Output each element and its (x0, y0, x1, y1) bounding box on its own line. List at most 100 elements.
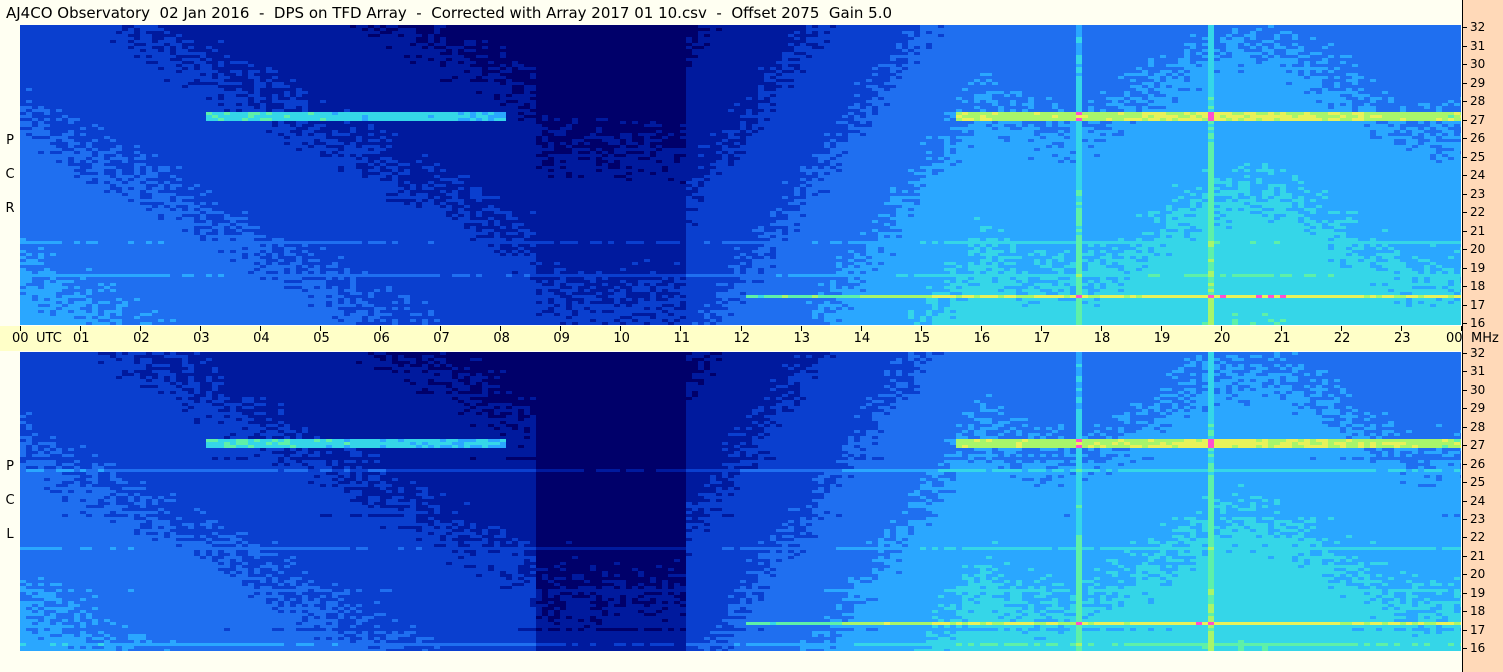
heatmap-cell (20, 115, 27, 119)
heatmap-cell (56, 106, 63, 110)
heatmap-cell (62, 136, 69, 140)
heatmap-cell (44, 190, 51, 194)
heatmap-cell (26, 139, 33, 143)
heatmap-cell (86, 31, 93, 35)
heatmap-cell (56, 265, 63, 269)
heatmap-cell (92, 214, 99, 218)
heatmap-cell (92, 292, 99, 296)
heatmap-cell (44, 295, 51, 299)
rcp-spectrogram (20, 25, 1461, 325)
heatmap-cell (50, 295, 57, 299)
heatmap-cell (32, 142, 39, 146)
heatmap-cell (62, 82, 69, 86)
heatmap-cell (26, 88, 33, 92)
heatmap-cell (104, 31, 111, 35)
heatmap-cell (92, 223, 99, 227)
heatmap-cell (98, 64, 105, 68)
heatmap-cell (86, 223, 93, 227)
heatmap-cell (20, 301, 27, 305)
heatmap-cell (68, 184, 75, 188)
heatmap-cell (74, 79, 81, 83)
heatmap-cell (80, 109, 87, 113)
heatmap-cell (86, 262, 93, 266)
heatmap-cell (20, 34, 27, 38)
heatmap-cell (32, 196, 39, 200)
heatmap-cell (44, 235, 51, 239)
heatmap-cell (44, 289, 51, 293)
heatmap-cell (62, 52, 69, 56)
heatmap-cell (86, 298, 93, 302)
heatmap-cell (26, 319, 33, 323)
heatmap-cell (80, 121, 87, 125)
heatmap-cell (80, 25, 87, 29)
heatmap-cell (56, 79, 63, 83)
heatmap-cell (86, 151, 93, 155)
heatmap-cell (74, 235, 81, 239)
heatmap-cell (62, 64, 69, 68)
heatmap-cell (68, 58, 75, 62)
heatmap-cell (62, 109, 69, 113)
heatmap-cell (32, 319, 39, 323)
heatmap-cell (20, 58, 27, 62)
heatmap-cell (74, 172, 81, 176)
heatmap-cell (26, 82, 33, 86)
heatmap-cell (104, 25, 111, 29)
heatmap-cell (92, 43, 99, 47)
heatmap-cell (98, 247, 105, 251)
heatmap-cell (56, 142, 63, 146)
heatmap-cell (92, 208, 99, 212)
heatmap-cell (56, 67, 63, 71)
heatmap-cell (32, 127, 39, 131)
heatmap-cell (80, 247, 87, 251)
heatmap-cell (20, 82, 27, 86)
heatmap-cell (92, 313, 99, 317)
heatmap-cell (20, 202, 27, 206)
heatmap-cell (44, 115, 51, 119)
heatmap-cell (68, 133, 75, 137)
heatmap-cell (98, 49, 105, 53)
heatmap-cell (104, 166, 111, 170)
heatmap-cell (38, 250, 45, 254)
heatmap-cell (74, 139, 81, 143)
heatmap-cell (56, 277, 63, 281)
heatmap-cell (62, 46, 69, 50)
heatmap-cell (62, 223, 69, 227)
heatmap-cell (68, 100, 75, 104)
heatmap-cell (68, 157, 75, 161)
heatmap-cell (98, 85, 105, 89)
heatmap-cell (38, 262, 45, 266)
heatmap-cell (50, 67, 57, 71)
heatmap-cell (56, 202, 63, 206)
heatmap-cell (32, 148, 39, 152)
heatmap-cell (86, 193, 93, 197)
heatmap-cell (92, 253, 99, 257)
heatmap-cell (38, 274, 45, 278)
heatmap-cell (20, 91, 27, 95)
heatmap-cell (104, 187, 111, 191)
heatmap-cell (26, 115, 33, 119)
heatmap-cell (56, 175, 63, 179)
heatmap-cell (104, 259, 111, 263)
heatmap-cell (32, 265, 39, 269)
heatmap-cell (56, 319, 63, 323)
heatmap-cell (20, 223, 27, 227)
heatmap-cell (32, 268, 39, 272)
heatmap-cell (92, 217, 99, 221)
heatmap-cell (80, 148, 87, 152)
heatmap-cell (38, 199, 45, 203)
heatmap-cell (62, 127, 69, 131)
heatmap-cell (104, 226, 111, 230)
heatmap-cell (68, 199, 75, 203)
heatmap-cell (80, 178, 87, 182)
heatmap-cell (26, 259, 33, 263)
heatmap-cell (80, 82, 87, 86)
heatmap-cell (56, 151, 63, 155)
heatmap-cell (104, 112, 111, 116)
heatmap-cell (74, 67, 81, 71)
heatmap-cell (50, 88, 57, 92)
heatmap-cell (86, 307, 93, 311)
heatmap-cell (44, 298, 51, 302)
heatmap-cell (92, 70, 99, 74)
heatmap-cell (68, 154, 75, 158)
heatmap-cell (56, 154, 63, 158)
